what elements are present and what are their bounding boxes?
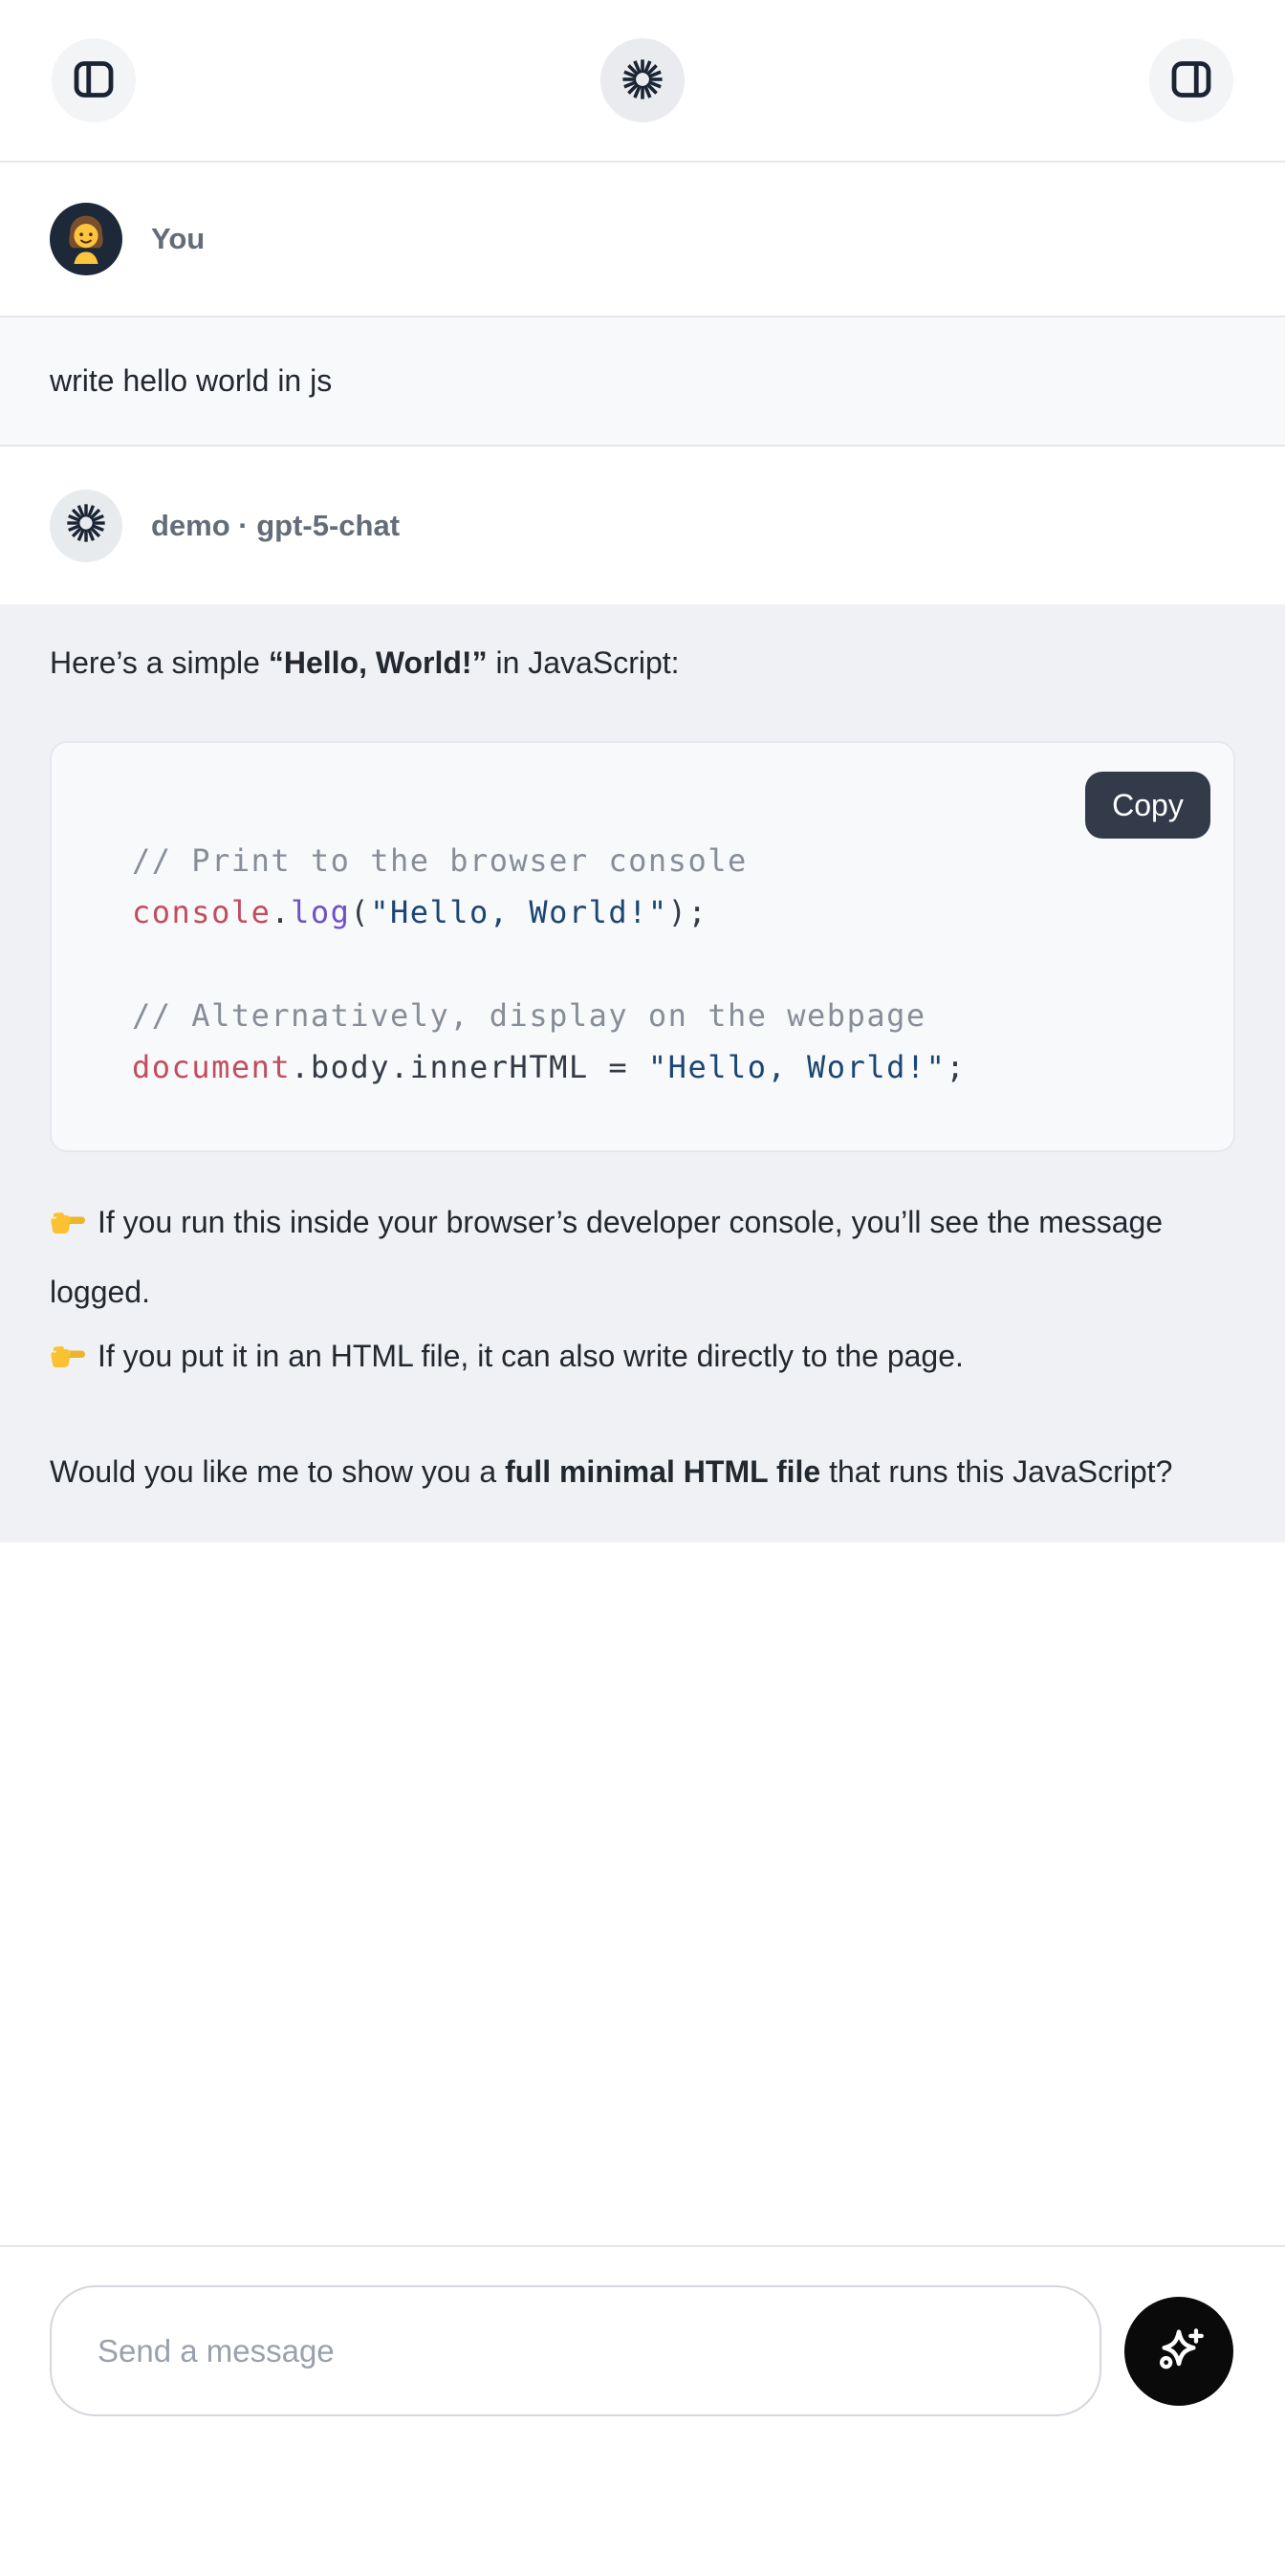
model-name-label: demo · gpt-5-chat <box>151 509 400 543</box>
code-token: "Hello, World!" <box>648 1049 946 1085</box>
point-right-emoji-icon <box>50 1330 86 1394</box>
starburst-icon <box>66 503 106 548</box>
intro-bold-text: “Hello, World!” <box>269 645 488 680</box>
code-block: Copy // Print to the browser console cons… <box>50 741 1235 1152</box>
assistant-avatar <box>50 490 122 562</box>
copy-button[interactable]: Copy <box>1085 772 1210 839</box>
assistant-message-header: demo · gpt-5-chat <box>0 447 1285 604</box>
code-token: ( <box>350 894 370 930</box>
response-question: Would you like me to show you a full min… <box>50 1440 1235 1504</box>
author-label: You <box>151 222 205 256</box>
panel-left-icon <box>71 56 117 105</box>
user-message-header: You <box>0 163 1285 316</box>
response-note: If you run this inside your browser’s de… <box>50 1190 1235 1324</box>
code-line: console.log("Hello, World!"); <box>132 886 1176 938</box>
starburst-icon <box>621 58 664 103</box>
response-intro: Here’s a simple “Hello, World!” in JavaS… <box>50 631 1235 695</box>
response-notes: If you run this inside your browser’s de… <box>50 1190 1235 1394</box>
note-text: If you put it in an HTML file, it can al… <box>98 1339 964 1373</box>
code-line <box>132 938 1176 990</box>
app-header <box>0 0 1285 163</box>
code-token: console <box>132 894 271 930</box>
panel-right-button[interactable] <box>1149 38 1233 122</box>
intro-text: Here’s a simple <box>50 645 269 680</box>
code-line: // Alternatively, display on the webpage <box>132 990 1176 1041</box>
composer <box>0 2247 1285 2450</box>
code-line: document.body.innerHTML = "Hello, World!… <box>132 1041 1176 1093</box>
assistant-response: Here’s a simple “Hello, World!” in JavaS… <box>0 604 1285 1542</box>
code-content: // Print to the browser console console.l… <box>52 743 1233 1150</box>
code-token: "Hello, World!" <box>370 894 667 930</box>
question-text-after: that runs this JavaScript? <box>820 1454 1172 1489</box>
code-token: // Alternatively, display on the webpage <box>132 997 926 1034</box>
messages-spacer <box>0 1542 1285 2245</box>
question-text: Would you like me to show you a <box>50 1454 505 1489</box>
code-token: . <box>271 894 291 930</box>
code-token: document <box>132 1049 291 1085</box>
panel-right-icon <box>1168 56 1214 105</box>
code-token: ); <box>668 894 708 930</box>
panel-left-button[interactable] <box>52 38 136 122</box>
response-note: If you put it in an HTML file, it can al… <box>50 1324 1235 1394</box>
code-token: // Print to the browser console <box>132 842 748 879</box>
code-token: ; <box>946 1049 966 1085</box>
message-input[interactable] <box>50 2285 1101 2416</box>
send-button[interactable] <box>1124 2297 1233 2406</box>
intro-text-after: in JavaScript: <box>488 645 680 680</box>
user-avatar <box>50 203 122 275</box>
question-bold-text: full minimal HTML file <box>505 1454 820 1489</box>
code-token: .body.innerHTML = <box>291 1049 648 1085</box>
user-message-bubble: write hello world in js <box>0 316 1285 447</box>
sparkles-icon <box>1148 2320 1209 2384</box>
user-message-text: write hello world in js <box>50 363 332 399</box>
person-emoji-icon <box>59 210 113 269</box>
note-text: If you run this inside your browser’s de… <box>50 1205 1163 1309</box>
point-right-emoji-icon <box>50 1196 86 1260</box>
code-line: // Print to the browser console <box>132 835 1176 886</box>
code-token: log <box>291 894 350 930</box>
model-button[interactable] <box>600 38 685 122</box>
